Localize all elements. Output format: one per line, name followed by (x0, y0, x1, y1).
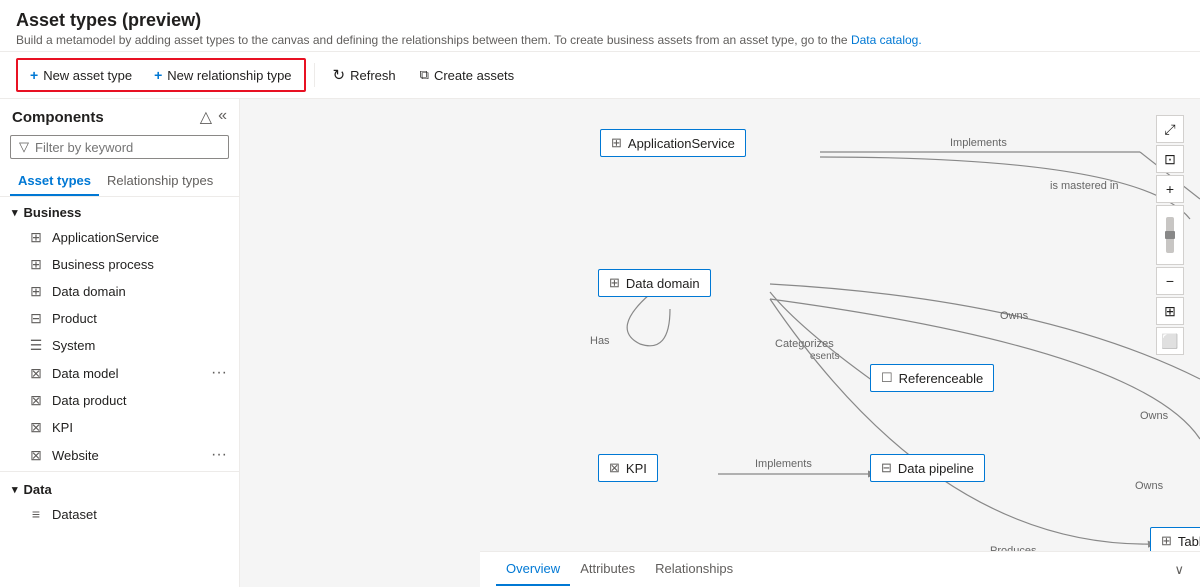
node-kpi-icon: ⊠ (609, 460, 620, 476)
plus-icon-2: + (154, 67, 162, 83)
node-datadomain[interactable]: ⊞ Data domain (598, 269, 711, 297)
create-assets-button[interactable]: ⧉ Create assets (410, 62, 525, 88)
bottom-tab-overview[interactable]: Overview (496, 553, 570, 586)
node-referenceable[interactable]: ☐ Referenceable (870, 364, 994, 392)
collapse-up-icon[interactable]: △ (200, 107, 212, 127)
node-table-label: Table (1178, 534, 1200, 549)
expand-canvas-button[interactable]: ⤢ (1156, 115, 1184, 143)
node-kpi-label: KPI (626, 461, 647, 476)
main-layout: Components △ « ▽ Asset types Relationshi… (0, 99, 1200, 587)
toolbar-highlight-group: + New asset type + New relationship type (16, 58, 306, 92)
node-applicationservice-icon: ⊞ (611, 135, 622, 151)
svg-text:Owns: Owns (1000, 310, 1029, 322)
sidebar-item-kpi[interactable]: ⊠ KPI (0, 414, 239, 441)
node-datapipeline-icon: ⊟ (881, 460, 892, 476)
sidebar-scroll: ▾ Business ⊞ ApplicationService ⊞ Busine… (0, 197, 239, 587)
node-applicationservice-label: ApplicationService (628, 136, 735, 151)
sidebar: Components △ « ▽ Asset types Relationshi… (0, 99, 240, 587)
sidebar-item-datadomain[interactable]: ⊞ Data domain (0, 278, 239, 305)
system-icon: ☰ (28, 337, 44, 354)
new-asset-type-button[interactable]: + New asset type (20, 62, 142, 88)
canvas-svg: Implements is mastered in Has Categorize… (240, 99, 1200, 587)
zoom-slider[interactable] (1156, 205, 1184, 265)
sidebar-item-businessprocess[interactable]: ⊞ Business process (0, 251, 239, 278)
node-datapipeline-label: Data pipeline (898, 461, 974, 476)
datadomain-icon: ⊞ (28, 283, 44, 300)
collapse-panel-icon[interactable]: « (218, 107, 227, 127)
svg-text:Owns: Owns (1135, 480, 1164, 492)
node-applicationservice[interactable]: ⊞ ApplicationService (600, 129, 746, 157)
svg-text:Has: Has (590, 335, 610, 347)
node-table-icon: ⊞ (1161, 533, 1172, 549)
sidebar-header: Components △ « (0, 99, 239, 131)
chevron-down-icon-data: ▾ (12, 483, 18, 496)
kpi-icon: ⊠ (28, 419, 44, 436)
node-kpi[interactable]: ⊠ KPI (598, 454, 658, 482)
svg-text:Categorizes: Categorizes (775, 338, 834, 350)
header-description: Build a metamodel by adding asset types … (16, 33, 1184, 47)
toolbar: + New asset type + New relationship type… (0, 52, 1200, 99)
bottom-tab-relationships[interactable]: Relationships (645, 553, 743, 586)
header: Asset types (preview) Build a metamodel … (0, 0, 1200, 99)
node-datapipeline[interactable]: ⊟ Data pipeline (870, 454, 985, 482)
dataset-icon: ≡ (28, 506, 44, 522)
sidebar-item-datamodel[interactable]: ⊠ Data model ··· (0, 359, 239, 387)
datamodel-dots[interactable]: ··· (211, 364, 227, 382)
sidebar-item-applicationservice[interactable]: ⊞ ApplicationService (0, 224, 239, 251)
svg-text:Implements: Implements (950, 137, 1007, 149)
fit-canvas-button[interactable]: ⊡ (1156, 145, 1184, 173)
tab-asset-types[interactable]: Asset types (10, 167, 99, 196)
bottom-chevron-icon[interactable]: ∨ (1174, 562, 1184, 578)
sidebar-item-dataset[interactable]: ≡ Dataset (0, 501, 239, 527)
node-referenceable-label: Referenceable (899, 371, 984, 386)
refresh-button[interactable]: ↻ Refresh (323, 61, 406, 89)
canvas-area: Implements is mastered in Has Categorize… (240, 99, 1200, 587)
section-business-label: Business (24, 205, 82, 220)
bottom-tab-attributes[interactable]: Attributes (570, 553, 645, 586)
svg-text:Implements: Implements (755, 458, 812, 470)
sidebar-item-dataproduct[interactable]: ⊠ Data product (0, 387, 239, 414)
tab-relationship-types[interactable]: Relationship types (99, 167, 221, 196)
datamodel-icon: ⊠ (28, 365, 44, 382)
dataproduct-icon: ⊠ (28, 392, 44, 409)
website-icon: ⊠ (28, 447, 44, 464)
section-business[interactable]: ▾ Business (0, 197, 239, 224)
sidebar-item-product[interactable]: ⊟ Product (0, 305, 239, 332)
sidebar-item-website[interactable]: ⊠ Website ··· (0, 441, 239, 469)
node-datadomain-label: Data domain (626, 276, 700, 291)
svg-text:Owns: Owns (1140, 410, 1169, 422)
businessprocess-icon: ⊞ (28, 256, 44, 273)
section-divider (0, 471, 239, 472)
bottom-tabs: Overview Attributes Relationships ∨ (480, 551, 1200, 587)
layout-button[interactable]: ⊞ (1156, 297, 1184, 325)
sidebar-title: Components (12, 109, 104, 126)
sidebar-item-system[interactable]: ☰ System (0, 332, 239, 359)
website-dots[interactable]: ··· (211, 446, 227, 464)
node-referenceable-icon: ☐ (881, 370, 893, 386)
zoom-in-button[interactable]: + (1156, 175, 1184, 203)
filter-icon: ▽ (19, 139, 29, 155)
node-datadomain-icon: ⊞ (609, 275, 620, 291)
create-assets-icon: ⧉ (420, 67, 429, 83)
section-data[interactable]: ▾ Data (0, 474, 239, 501)
section-data-label: Data (24, 482, 52, 497)
zoom-out-button[interactable]: − (1156, 267, 1184, 295)
refresh-icon: ↻ (333, 66, 346, 84)
toolbar-divider-1 (314, 63, 315, 87)
search-box[interactable]: ▽ (10, 135, 229, 159)
page-title: Asset types (preview) (16, 10, 1184, 31)
new-relationship-type-button[interactable]: + New relationship type (144, 62, 301, 88)
search-input[interactable] (35, 140, 220, 155)
sidebar-tabs: Asset types Relationship types (0, 167, 239, 197)
svg-text:is mastered in: is mastered in (1050, 180, 1118, 192)
grid-button[interactable]: ⬜ (1156, 327, 1184, 355)
product-icon: ⊟ (28, 310, 44, 327)
chevron-down-icon: ▾ (12, 206, 18, 219)
svg-text:esents: esents (810, 351, 839, 362)
sidebar-controls: △ « (200, 107, 227, 127)
applicationservice-icon: ⊞ (28, 229, 44, 246)
canvas-controls: ⤢ ⊡ + − ⊞ ⬜ (1156, 115, 1184, 355)
data-catalog-link[interactable]: Data catalog. (851, 33, 922, 47)
plus-icon: + (30, 67, 38, 83)
